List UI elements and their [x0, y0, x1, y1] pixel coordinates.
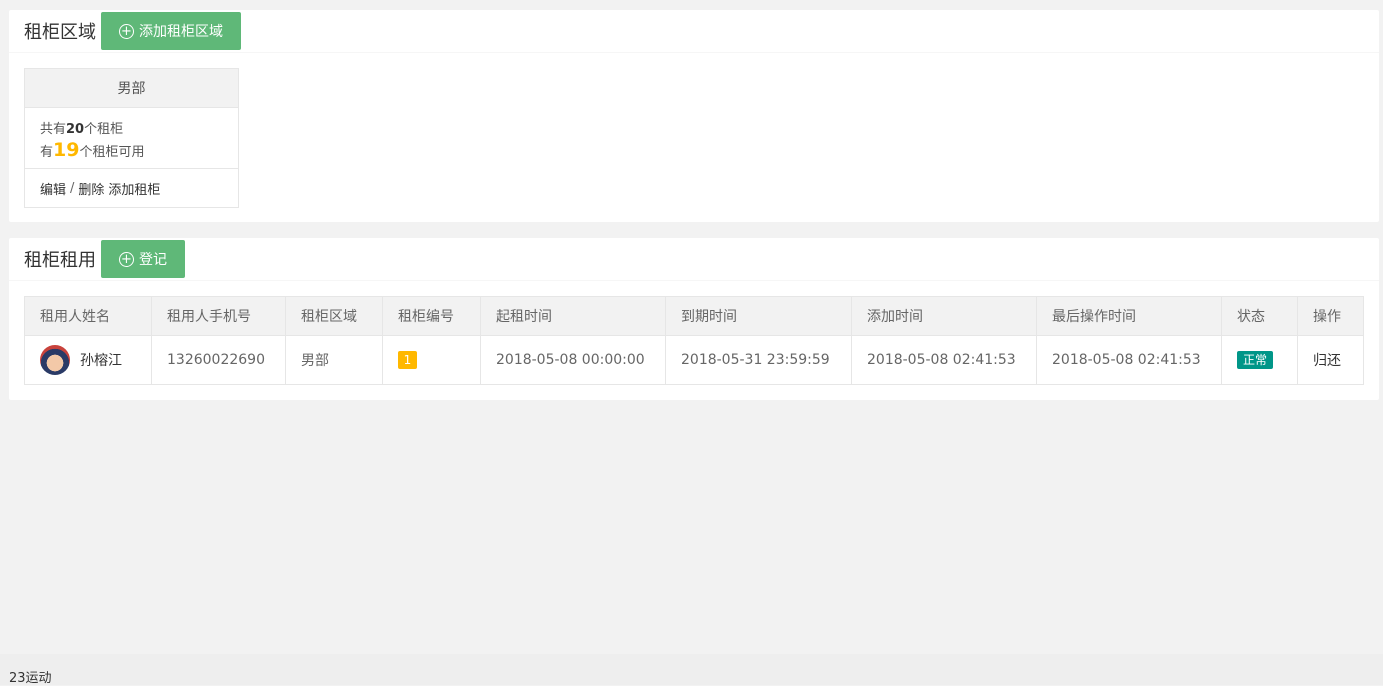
area-available-line: 有19个租柜可用	[40, 139, 145, 161]
register-button-label: 登记	[139, 252, 167, 268]
col-status: 状态	[1221, 296, 1298, 336]
area-total-line: 共有20个租柜	[40, 122, 124, 137]
cell-status: 正常	[1221, 335, 1298, 385]
locker-number-badge: 1	[398, 351, 417, 369]
cell-renter-name: 孙榕江	[24, 335, 152, 385]
cell-end-time: 2018-05-31 23:59:59	[665, 335, 852, 385]
col-last-op-time: 最后操作时间	[1036, 296, 1222, 336]
rental-section-title: 租柜租用	[24, 250, 96, 271]
col-action: 操作	[1297, 296, 1364, 336]
plus-circle-icon: +	[119, 251, 134, 267]
area-total-count: 20	[66, 122, 85, 137]
cell-locker-number: 1	[382, 335, 481, 385]
footer: 23运动	[0, 654, 1383, 686]
col-end-time: 到期时间	[665, 296, 852, 336]
area-actions: 编辑 / 删除 添加租柜	[25, 169, 238, 207]
edit-area-link[interactable]: 编辑	[40, 179, 66, 198]
col-renter-phone: 租用人手机号	[151, 296, 286, 336]
action-separator: /	[70, 180, 75, 196]
area-card-header: 租柜区域 + 添加租柜区域	[9, 10, 1379, 53]
footer-text: 23运动	[9, 671, 52, 686]
status-badge: 正常	[1237, 351, 1274, 369]
cell-renter-phone: 13260022690	[151, 335, 286, 385]
area-card: 租柜区域 + 添加租柜区域 男部 共有20个租柜 有19个租柜可用 编辑 / 删…	[9, 10, 1379, 222]
col-area: 租柜区域	[285, 296, 383, 336]
area-section-title: 租柜区域	[24, 22, 96, 43]
col-renter-name: 租用人姓名	[24, 296, 152, 336]
add-area-button[interactable]: + 添加租柜区域	[101, 12, 241, 50]
area-tile: 男部 共有20个租柜 有19个租柜可用 编辑 / 删除 添加租柜	[24, 68, 239, 208]
table-row: 孙榕江 13260022690 男部 1 2018-05-08 00:00:00…	[24, 335, 1364, 385]
cell-start-time: 2018-05-08 00:00:00	[480, 335, 666, 385]
plus-circle-icon: +	[119, 23, 134, 39]
area-available-count: 19	[53, 139, 80, 161]
delete-area-link[interactable]: 删除	[78, 179, 104, 198]
table-header-row: 租用人姓名 租用人手机号 租柜区域 租柜编号 起租时间 到期时间 添加时间 最后…	[24, 296, 1364, 336]
cell-action: 归还	[1297, 335, 1364, 385]
col-locker-number: 租柜编号	[382, 296, 481, 336]
add-locker-link[interactable]: 添加租柜	[108, 179, 160, 198]
return-link[interactable]: 归还	[1313, 353, 1341, 369]
cell-last-op-time: 2018-05-08 02:41:53	[1036, 335, 1222, 385]
area-stats: 共有20个租柜 有19个租柜可用	[25, 108, 238, 169]
rental-table: 租用人姓名 租用人手机号 租柜区域 租柜编号 起租时间 到期时间 添加时间 最后…	[24, 296, 1364, 385]
col-start-time: 起租时间	[480, 296, 666, 336]
cell-added-time: 2018-05-08 02:41:53	[851, 335, 1037, 385]
add-area-button-label: 添加租柜区域	[139, 24, 223, 40]
rental-card: 租柜租用 + 登记 租用人姓名 租用人手机号 租柜区域 租柜编号 起租时间 到期…	[9, 238, 1379, 400]
avatar	[40, 345, 70, 375]
register-button[interactable]: + 登记	[101, 240, 185, 278]
cell-area: 男部	[285, 335, 383, 385]
rental-card-header: 租柜租用 + 登记	[9, 238, 1379, 281]
col-added-time: 添加时间	[851, 296, 1037, 336]
area-name: 男部	[25, 69, 238, 108]
